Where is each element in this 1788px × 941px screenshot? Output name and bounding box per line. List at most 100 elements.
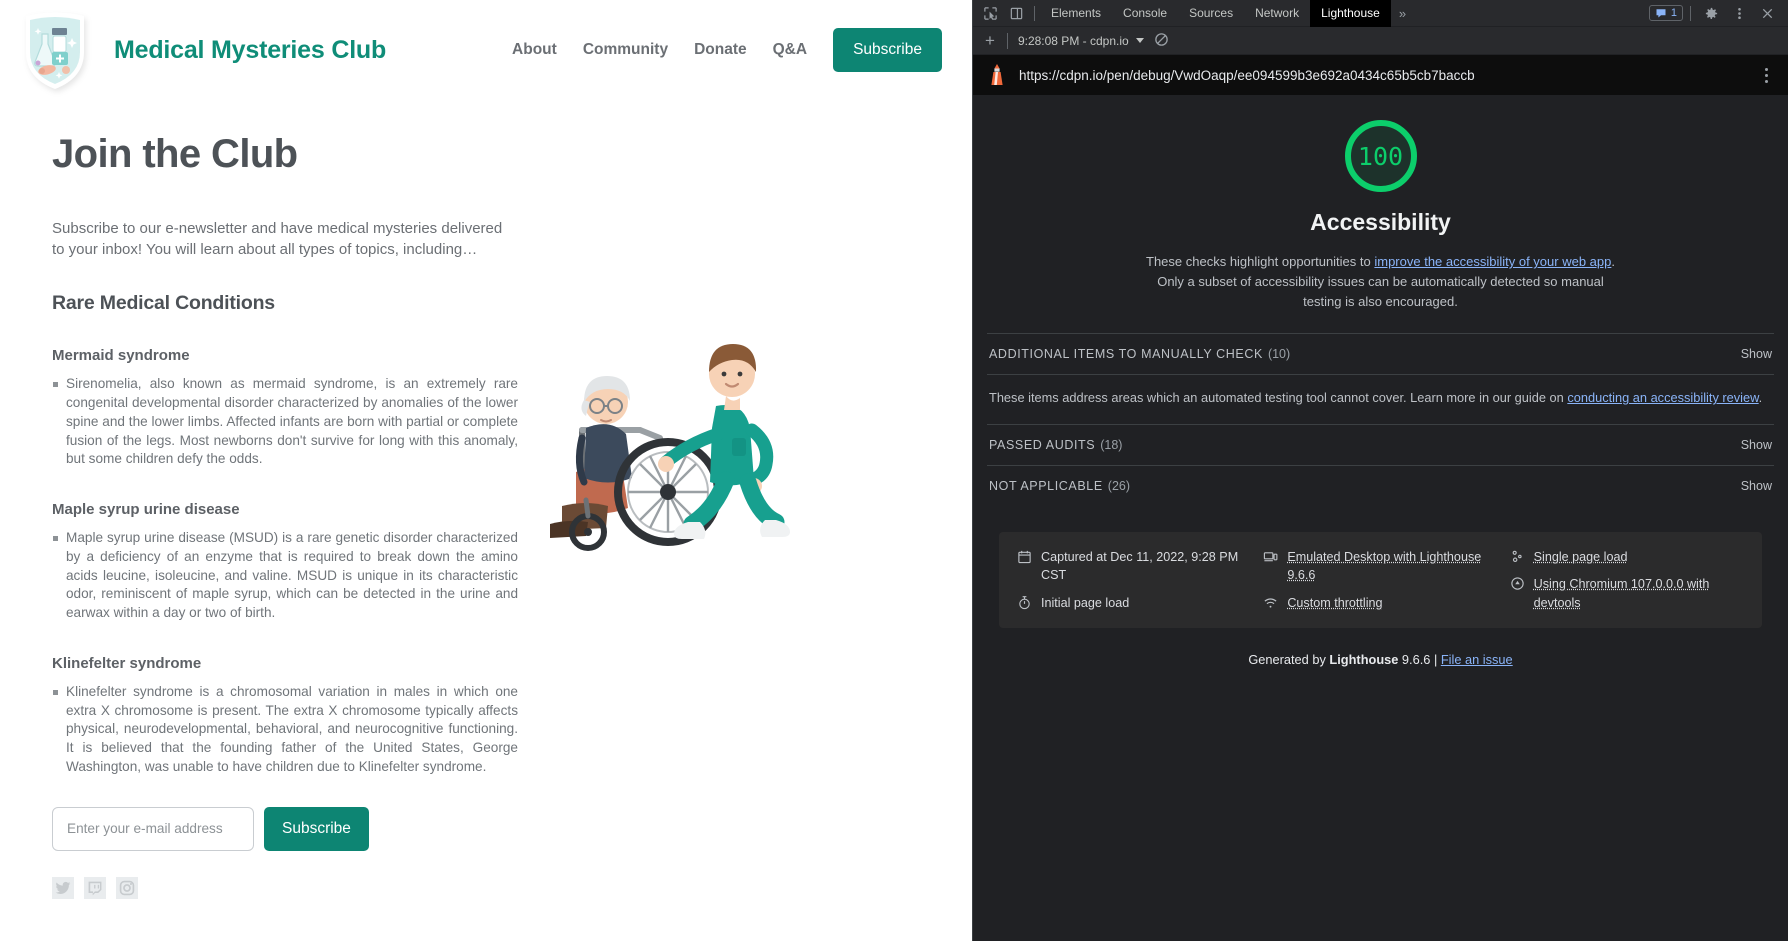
section-count: (26) <box>1108 479 1130 493</box>
brand-title[interactable]: Medical Mysteries Club <box>114 36 386 65</box>
subbar-divider <box>1007 33 1008 49</box>
gear-icon[interactable] <box>1698 1 1724 25</box>
section-title: PASSED AUDITS <box>989 438 1095 452</box>
social-links <box>52 877 942 899</box>
twitter-icon[interactable] <box>52 877 74 899</box>
devtools-pane: Elements Console Sources Network Lightho… <box>972 0 1788 941</box>
section-title: ADDITIONAL ITEMS TO MANUALLY CHECK <box>989 347 1263 361</box>
improve-accessibility-link[interactable]: improve the accessibility of your web ap… <box>1374 254 1611 269</box>
tab-lighthouse[interactable]: Lighthouse <box>1310 0 1391 27</box>
metadata-link[interactable]: Emulated Desktop with Lighthouse 9.6.6 <box>1287 548 1497 585</box>
section-passed-audits: PASSED AUDITS (18) Show <box>987 424 1774 465</box>
metadata-item-single-page: Single page load <box>1510 548 1744 566</box>
metadata-link[interactable]: Custom throttling <box>1287 594 1382 612</box>
main-nav: About Community Donate Q&A Subscribe <box>512 28 942 72</box>
kebab-menu-icon[interactable] <box>1726 1 1752 25</box>
metadata-column-2: Emulated Desktop with Lighthouse 9.6.6 C… <box>1263 548 1497 612</box>
chromium-icon <box>1510 576 1525 591</box>
report-kebab-menu-icon[interactable] <box>1758 68 1774 83</box>
section-body-pre: These items address areas which an autom… <box>989 390 1567 405</box>
report-url[interactable]: https://cdpn.io/pen/debug/VwdOaqp/ee0945… <box>1019 68 1746 83</box>
section-header[interactable]: PASSED AUDITS (18) Show <box>987 425 1774 465</box>
metadata-item-captured: Captured at Dec 11, 2022, 9:28 PM CST <box>1017 548 1251 585</box>
metadata-item-page-load: Initial page load <box>1017 594 1251 612</box>
report-run-label: 9:28:08 PM - cdpn.io <box>1018 34 1129 48</box>
subscribe-submit-button[interactable]: Subscribe <box>264 807 369 851</box>
devtools-tabbar: Elements Console Sources Network Lightho… <box>973 0 1788 27</box>
accessibility-review-link[interactable]: conducting an accessibility review <box>1567 390 1758 405</box>
stopwatch-icon <box>1017 595 1032 610</box>
accessibility-score-gauge[interactable]: 100 <box>1342 117 1420 195</box>
section-count: (18) <box>1100 438 1122 452</box>
condition-list-klinefelter: Klinefelter syndrome is a chromosomal va… <box>52 683 518 777</box>
section-title: NOT APPLICABLE <box>989 479 1103 493</box>
condition-list-mermaid: Sirenomelia, also known as mermaid syndr… <box>52 375 518 469</box>
section-toggle[interactable]: Show <box>1741 479 1772 493</box>
tab-sources[interactable]: Sources <box>1178 0 1244 27</box>
section-toggle[interactable]: Show <box>1741 347 1772 361</box>
twitch-icon[interactable] <box>84 877 106 899</box>
section-body: These items address areas which an autom… <box>987 374 1774 424</box>
hero-illustration <box>520 310 820 575</box>
list-item: Maple syrup urine disease (MSUD) is a ra… <box>52 529 518 623</box>
chevron-down-icon <box>1136 38 1144 43</box>
section-body-post: . <box>1759 390 1763 405</box>
web-page-pane: Medical Mysteries Club About Community D… <box>0 0 972 941</box>
lighthouse-report: https://cdpn.io/pen/debug/VwdOaqp/ee0945… <box>973 55 1788 941</box>
nav-item-community[interactable]: Community <box>583 41 668 59</box>
metadata-column-1: Captured at Dec 11, 2022, 9:28 PM CST In… <box>1017 548 1251 612</box>
category-description: These checks highlight opportunities to … <box>1131 252 1631 311</box>
report-metadata: Captured at Dec 11, 2022, 9:28 PM CST In… <box>999 532 1762 628</box>
close-icon[interactable] <box>1754 1 1780 25</box>
header-subscribe-button[interactable]: Subscribe <box>833 28 942 72</box>
more-tabs-icon[interactable]: » <box>1391 6 1414 21</box>
single-page-icon <box>1510 549 1525 564</box>
section-count: (10) <box>1268 347 1290 361</box>
new-report-button[interactable]: + <box>979 32 1001 49</box>
section-toggle[interactable]: Show <box>1741 438 1772 452</box>
medical-shield-logo-icon[interactable] <box>22 8 88 92</box>
footer-version: 9.6.6 | <box>1398 652 1440 667</box>
inspect-element-icon[interactable] <box>977 1 1003 25</box>
section-header[interactable]: NOT APPLICABLE (26) Show <box>987 466 1774 506</box>
page-body: Join the Club Subscribe to our e-newslet… <box>0 132 972 899</box>
clear-icon[interactable] <box>1154 32 1172 50</box>
condition-title-klinefelter: Klinefelter syndrome <box>52 655 942 672</box>
network-throttle-icon <box>1263 595 1278 610</box>
metadata-column-3: Single page load Using Chromium 107.0.0.… <box>1510 548 1744 612</box>
lighthouse-runs-toolbar: + 9:28:08 PM - cdpn.io <box>973 27 1788 55</box>
devtools-toolbar-right: 1 <box>1649 1 1784 25</box>
nav-item-donate[interactable]: Donate <box>694 41 747 59</box>
nav-item-qa[interactable]: Q&A <box>773 41 807 59</box>
score-category-label: Accessibility <box>973 209 1788 236</box>
instagram-icon[interactable] <box>116 877 138 899</box>
device-toolbar-icon[interactable] <box>1003 1 1029 25</box>
report-footer: Generated by Lighthouse 9.6.6 | File an … <box>973 652 1788 667</box>
list-item: Klinefelter syndrome is a chromosomal va… <box>52 683 518 777</box>
metadata-item-chromium: Using Chromium 107.0.0.0 with devtools <box>1510 575 1744 612</box>
email-field[interactable] <box>52 807 254 851</box>
tab-console[interactable]: Console <box>1112 0 1178 27</box>
metadata-item-throttling: Custom throttling <box>1263 594 1497 612</box>
metadata-text: Initial page load <box>1041 594 1129 612</box>
section-manual-check: ADDITIONAL ITEMS TO MANUALLY CHECK (10) … <box>987 333 1774 424</box>
metadata-text: Captured at Dec 11, 2022, 9:28 PM CST <box>1041 548 1251 585</box>
report-run-selector[interactable]: 9:28:08 PM - cdpn.io <box>1014 34 1148 48</box>
metadata-link[interactable]: Using Chromium 107.0.0.0 with devtools <box>1534 575 1744 612</box>
lighthouse-icon <box>987 63 1007 87</box>
file-an-issue-link[interactable]: File an issue <box>1441 652 1513 667</box>
description-pre: These checks highlight opportunities to <box>1146 254 1374 269</box>
page-title: Join the Club <box>52 132 942 177</box>
toolbar-divider-2 <box>1690 6 1691 21</box>
metadata-link[interactable]: Single page load <box>1534 548 1628 566</box>
issues-count: 1 <box>1671 7 1677 19</box>
audit-sections: ADDITIONAL ITEMS TO MANUALLY CHECK (10) … <box>973 333 1788 506</box>
nav-item-about[interactable]: About <box>512 41 557 59</box>
list-item: Sirenomelia, also known as mermaid syndr… <box>52 375 518 469</box>
tab-elements[interactable]: Elements <box>1040 0 1112 27</box>
section-header[interactable]: ADDITIONAL ITEMS TO MANUALLY CHECK (10) … <box>987 334 1774 374</box>
metadata-item-emulation: Emulated Desktop with Lighthouse 9.6.6 <box>1263 548 1497 585</box>
issues-badge[interactable]: 1 <box>1649 5 1683 21</box>
tab-network[interactable]: Network <box>1244 0 1310 27</box>
newsletter-form: Subscribe <box>52 807 942 851</box>
